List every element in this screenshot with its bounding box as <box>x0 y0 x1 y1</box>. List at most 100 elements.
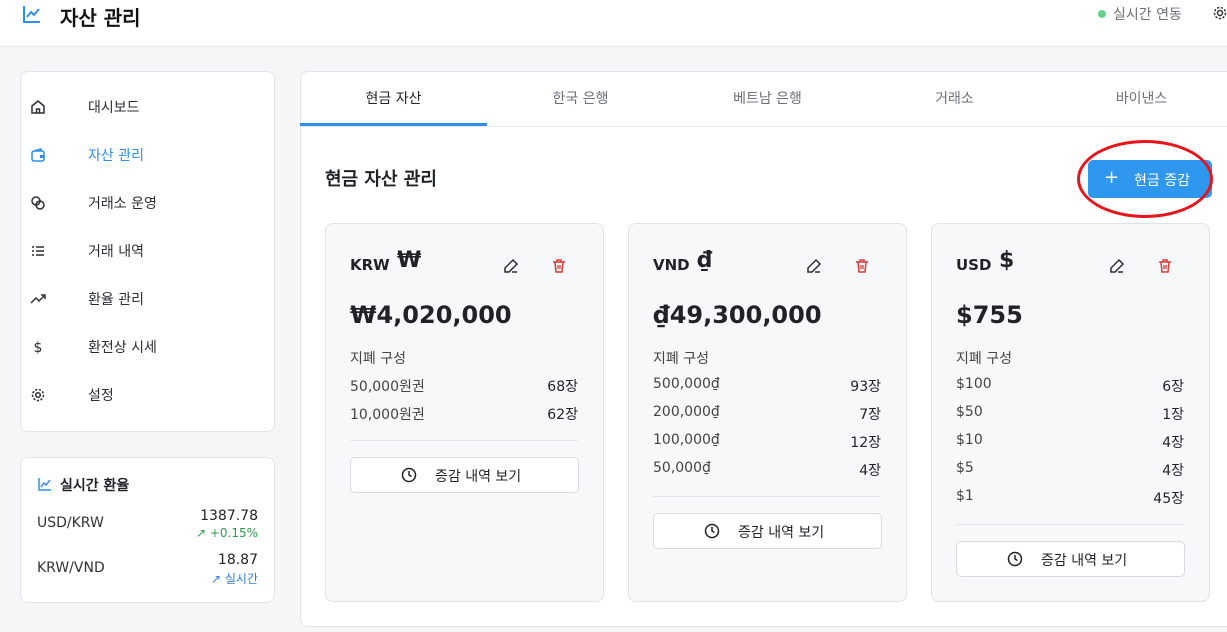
section-title: 현금 자산 관리 <box>325 169 437 190</box>
denomination: $1 <box>956 488 974 504</box>
gear-icon[interactable] <box>1212 5 1227 21</box>
sidebar-item-label: 대시보드 <box>88 100 140 116</box>
composition-label: 지폐 구성 <box>956 351 1012 367</box>
note-count: 7장 <box>859 407 881 423</box>
wallet-icon <box>31 148 45 162</box>
balance-amount: ₩4,020,000 <box>350 301 512 329</box>
sidebar-item-label: 거래 내역 <box>88 244 144 260</box>
home-icon <box>31 100 45 114</box>
chart-line-icon <box>38 478 51 491</box>
denomination: 50,000₫ <box>653 460 711 476</box>
active-tab-indicator <box>300 123 487 126</box>
dollar-icon: $ <box>34 340 43 355</box>
sidebar-item-money-changer[interactable]: $ 환전상 시세 <box>30 331 260 363</box>
denomination: $50 <box>956 404 983 420</box>
composition-label: 지폐 구성 <box>653 351 709 367</box>
edit-icon[interactable] <box>503 258 519 274</box>
rate-change: ↗ +0.15% <box>138 526 258 540</box>
rate-pair: KRW/VND <box>37 560 105 576</box>
list-icon <box>32 246 44 256</box>
sidebar-item-transactions[interactable]: 거래 내역 <box>30 235 260 267</box>
note-count: 4장 <box>1162 435 1184 451</box>
button-label: 증감 내역 보기 <box>738 525 825 541</box>
note-count: 68장 <box>547 379 578 395</box>
sidebar-item-label: 설정 <box>88 388 114 404</box>
denomination: 200,000₫ <box>653 404 720 420</box>
currency-symbol: ₩ <box>397 248 422 273</box>
clock-icon <box>1007 551 1023 567</box>
tab-vietnam-bank[interactable]: 베트남 은행 <box>674 72 861 126</box>
rate-change-text: +0.15% <box>209 526 258 540</box>
clock-icon <box>401 467 417 483</box>
top-header <box>0 0 1227 47</box>
view-history-button[interactable]: 증감 내역 보기 <box>350 457 579 493</box>
rate-value: 1387.78 <box>200 508 258 524</box>
rate-pair: USD/KRW <box>37 515 104 531</box>
denomination-row: $1 45장 <box>956 488 1184 508</box>
svg-text:$: $ <box>34 340 43 355</box>
denomination-row: $10 4장 <box>956 432 1184 452</box>
denomination-row: $5 4장 <box>956 460 1184 480</box>
page-title: 자산 관리 <box>60 6 141 30</box>
rate-change-text: 실시간 <box>224 572 258 586</box>
currency-code: USD <box>956 256 992 274</box>
currency-card-krw: KRW ₩ ₩4,020,000 지폐 구성 50,000원권 68장 10,00… <box>325 223 604 602</box>
note-count: 4장 <box>859 463 881 479</box>
currency-code: KRW <box>350 256 390 274</box>
note-count: 12장 <box>850 435 881 451</box>
live-status-text: 실시간 연동 <box>1113 7 1182 23</box>
note-count: 45장 <box>1153 491 1184 507</box>
button-label: 증감 내역 보기 <box>435 469 522 485</box>
button-label: 현금 증감 <box>1134 173 1190 189</box>
denomination-row: 50,000₫ 4장 <box>653 460 881 480</box>
balance-amount: $755 <box>956 301 1023 329</box>
denomination: 10,000원권 <box>350 407 425 423</box>
view-history-button[interactable]: 증감 내역 보기 <box>653 513 882 549</box>
tab-cash-assets[interactable]: 현금 자산 <box>300 72 487 126</box>
sidebar-item-label: 환전상 시세 <box>88 340 157 356</box>
denomination-row: 500,000₫ 93장 <box>653 376 881 396</box>
plus-icon: + <box>1104 167 1120 188</box>
sidebar-item-dashboard[interactable]: 대시보드 <box>30 91 260 123</box>
sidebar-item-exchange-rate[interactable]: 환율 관리 <box>30 283 260 315</box>
tab-binance[interactable]: 바이낸스 <box>1048 72 1227 126</box>
edit-icon[interactable] <box>806 258 822 274</box>
denomination: $5 <box>956 460 974 476</box>
note-count: 93장 <box>850 379 881 395</box>
sidebar-item-assets[interactable]: 자산 관리 <box>30 139 260 171</box>
currency-symbol: $ <box>999 248 1015 273</box>
note-count: 1장 <box>1162 407 1184 423</box>
chart-line-icon <box>23 6 40 23</box>
sidebar-item-label: 거래소 운영 <box>88 196 157 212</box>
tab-bar: 현금 자산 한국 은행 베트남 은행 거래소 바이낸스 <box>300 72 1227 127</box>
edit-icon[interactable] <box>1109 258 1125 274</box>
note-count: 62장 <box>547 407 578 423</box>
sidebar-item-settings[interactable]: 설정 <box>30 379 260 411</box>
denomination-row: $50 1장 <box>956 404 1184 424</box>
divider <box>956 524 1184 525</box>
gear-icon <box>31 388 45 402</box>
trending-up-icon <box>30 294 46 304</box>
sidebar-item-exchange-ops[interactable]: 거래소 운영 <box>30 187 260 219</box>
currency-card-vnd: VND ₫ ₫49,300,000 지폐 구성 500,000₫ 93장 200,… <box>628 223 907 602</box>
denomination: 50,000원권 <box>350 379 425 395</box>
composition-label: 지폐 구성 <box>350 351 406 367</box>
trash-icon[interactable] <box>551 258 567 274</box>
rate-change: ↗ 실시간 <box>138 570 258 587</box>
balance-amount: ₫49,300,000 <box>653 301 822 329</box>
note-count: 4장 <box>1162 463 1184 479</box>
button-label: 증감 내역 보기 <box>1041 553 1128 569</box>
trash-icon[interactable] <box>854 258 870 274</box>
denomination: $10 <box>956 432 983 448</box>
live-status-dot <box>1098 10 1106 18</box>
sidebar-item-label: 환율 관리 <box>88 292 144 308</box>
trash-icon[interactable] <box>1157 258 1173 274</box>
currency-code: VND <box>653 256 690 274</box>
coins-icon <box>31 196 45 210</box>
view-history-button[interactable]: 증감 내역 보기 <box>956 541 1185 577</box>
tab-exchange[interactable]: 거래소 <box>861 72 1048 126</box>
divider <box>350 440 578 441</box>
trending-up-icon: ↗ <box>195 526 210 540</box>
add-cash-change-button[interactable]: + 현금 증감 <box>1088 160 1212 198</box>
tab-korean-bank[interactable]: 한국 은행 <box>487 72 674 126</box>
